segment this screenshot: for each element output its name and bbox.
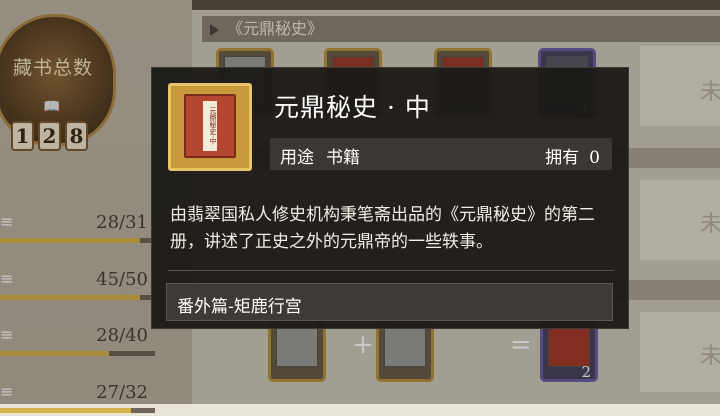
usage-info: 用途 书籍: [280, 143, 360, 168]
item-icon-frame: 元鼎秘史·中: [168, 83, 252, 171]
source-entry[interactable]: 番外篇-矩鹿行宫: [166, 283, 613, 321]
progress-track: [0, 408, 155, 413]
progress-fill: [0, 408, 131, 413]
book-spine-label: 元鼎秘史·中: [203, 101, 217, 151]
owned-label: 拥有: [545, 148, 580, 168]
usage-label: 用途: [280, 148, 314, 168]
source-label: 番外篇-矩鹿行宫: [177, 297, 302, 317]
divider: [168, 270, 614, 271]
usage-value: 书籍: [326, 148, 360, 168]
item-detail-popup[interactable]: 元鼎秘史·中 元鼎秘史 · 中 用途 书籍 拥有 0 由翡翠国私人修史机构秉笔斋出品…: [151, 67, 629, 329]
item-meta-bar: 用途 书籍 拥有 0: [270, 138, 612, 170]
owned-value: 0: [589, 148, 600, 168]
book-icon: 元鼎秘史·中: [184, 94, 236, 158]
item-description: 由翡翠国私人修史机构秉笔斋出品的《元鼎秘史》的第二册，讲述了正史之外的元鼎帝的一…: [170, 205, 595, 252]
item-title: 元鼎秘史 · 中: [274, 93, 431, 122]
owned-info: 拥有 0: [545, 143, 600, 168]
